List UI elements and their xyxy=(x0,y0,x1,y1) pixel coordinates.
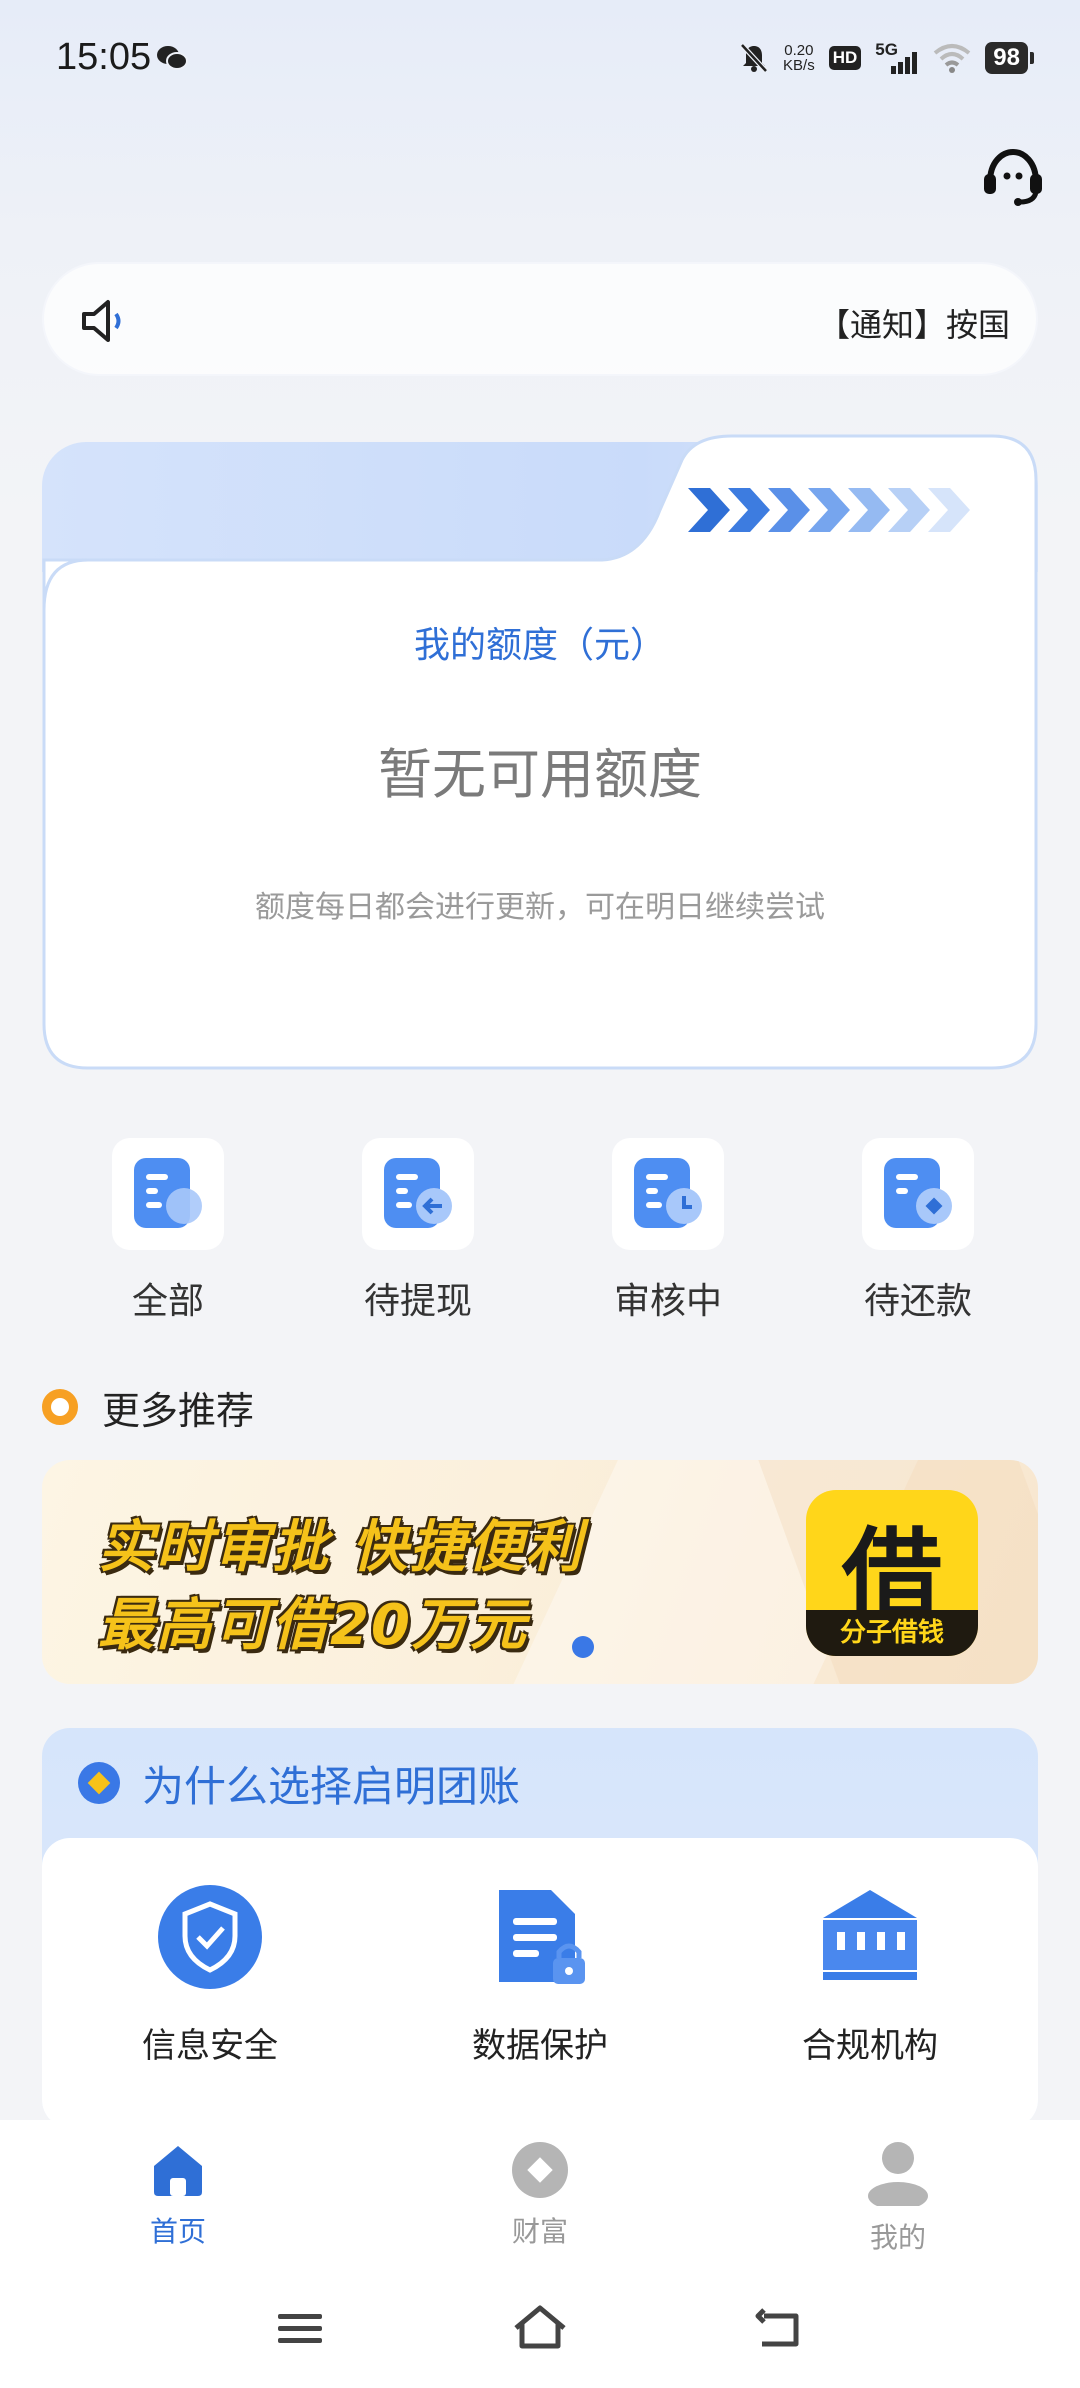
quota-value: 暂无可用额度 xyxy=(378,743,702,806)
quick-action-label: 待还款 xyxy=(863,1281,972,1322)
all-orders-icon xyxy=(112,1138,224,1250)
feature-data-protection: 数据保护 xyxy=(420,1882,660,2067)
quick-action-label: 审核中 xyxy=(613,1281,722,1322)
quota-title: 我的额度（元） xyxy=(413,625,666,666)
chevrons-decoration-icon xyxy=(688,488,970,532)
quick-action-label: 全部 xyxy=(131,1281,204,1322)
status-time: 15:05 xyxy=(56,36,152,78)
withdraw-icon xyxy=(362,1138,474,1250)
logo-subtitle: 分子借钱 xyxy=(806,1610,978,1656)
speaker-icon xyxy=(82,300,121,342)
quick-actions: 全部 待提现 审核中 待还款 xyxy=(42,1138,1038,1322)
recommend-title: 更多推荐 xyxy=(102,1388,255,1433)
wifi-icon xyxy=(934,44,971,73)
quick-action-label: 待提现 xyxy=(363,1281,472,1322)
banner-headline: 实时审批 快捷便利 xyxy=(98,1515,584,1580)
diamond-icon xyxy=(78,1762,120,1804)
feature-compliance: 合规机构 xyxy=(750,1882,990,2067)
hd-badge: HD xyxy=(828,46,862,70)
nav-wealth[interactable]: 财富 xyxy=(440,2140,640,2250)
bottom-navigation: 首页 财富 我的 xyxy=(0,2120,1080,2270)
why-choose-title: 为什么选择启明团账 xyxy=(142,1761,521,1811)
back-icon[interactable] xyxy=(750,2298,810,2358)
quota-card: 我的额度（元） 暂无可用额度 额度每日都会进行更新，可在明日继续尝试 xyxy=(42,430,1038,1070)
customer-service-icon[interactable] xyxy=(980,148,1046,208)
why-choose-header: 为什么选择启明团账 xyxy=(42,1728,1038,1838)
menu-icon[interactable] xyxy=(270,2298,330,2358)
battery-indicator: 98 xyxy=(985,42,1034,74)
signal-icon: 5G xyxy=(875,40,919,76)
shield-check-icon xyxy=(158,1885,262,1989)
quick-action-pending-withdraw[interactable]: 待提现 xyxy=(338,1138,498,1324)
quota-tip: 额度每日都会进行更新，可在明日继续尝试 xyxy=(255,890,825,925)
nav-label: 财富 xyxy=(511,2215,568,2248)
bank-building-icon xyxy=(823,1890,917,1980)
net-speed-unit: KB/s xyxy=(783,57,815,74)
feature-label: 合规机构 xyxy=(802,2026,938,2066)
promo-banner[interactable]: 实时审批 快捷便利 最高可借20万元 借 分子借钱 xyxy=(42,1460,1038,1684)
net-speed-value: 0.20 xyxy=(784,42,814,59)
nav-mine[interactable]: 我的 xyxy=(798,2140,998,2256)
repay-icon xyxy=(862,1138,974,1250)
home-icon xyxy=(154,2146,202,2196)
status-right-group: 0.20 KB/s HD 5G 98 xyxy=(739,38,1034,78)
notice-text: 【通知】按国 xyxy=(817,306,1010,344)
feature-label: 数据保护 xyxy=(472,2026,608,2066)
wechat-icon xyxy=(157,46,188,70)
nav-home[interactable]: 首页 xyxy=(78,2140,278,2250)
quick-action-pending-repay[interactable]: 待还款 xyxy=(838,1138,998,1324)
why-choose-body: 信息安全 数据保护 合规机构 xyxy=(42,1838,1038,2128)
document-lock-icon xyxy=(499,1890,585,1984)
recommend-section-header: 更多推荐 xyxy=(42,1382,255,1433)
system-navigation-bar xyxy=(0,2270,1080,2388)
app-logo: 借 分子借钱 xyxy=(806,1490,978,1656)
wealth-icon xyxy=(512,2142,568,2198)
nav-label: 我的 xyxy=(869,2221,926,2254)
carousel-indicator xyxy=(572,1636,594,1658)
nav-label: 首页 xyxy=(149,2215,206,2248)
banner-subheadline: 最高可借20万元 xyxy=(98,1593,528,1658)
quick-action-reviewing[interactable]: 审核中 xyxy=(588,1138,748,1324)
clock-icon xyxy=(612,1138,724,1250)
status-bar: 15:05 0.20 KB/s HD 5G 98 xyxy=(0,0,1080,110)
net-speed: 0.20 KB/s xyxy=(783,43,815,73)
quick-action-all[interactable]: 全部 xyxy=(88,1138,248,1324)
feature-info-security: 信息安全 xyxy=(90,1882,330,2067)
mute-bell-icon xyxy=(740,43,768,73)
home-button-icon[interactable] xyxy=(510,2298,570,2358)
user-icon xyxy=(868,2142,928,2206)
section-dot-icon xyxy=(42,1389,78,1425)
feature-label: 信息安全 xyxy=(142,2026,278,2066)
why-choose-section: 为什么选择启明团账 信息安全 数据保护 合规机构 xyxy=(42,1728,1038,2128)
notice-bar[interactable]: 【通知】按国 xyxy=(42,262,1038,376)
